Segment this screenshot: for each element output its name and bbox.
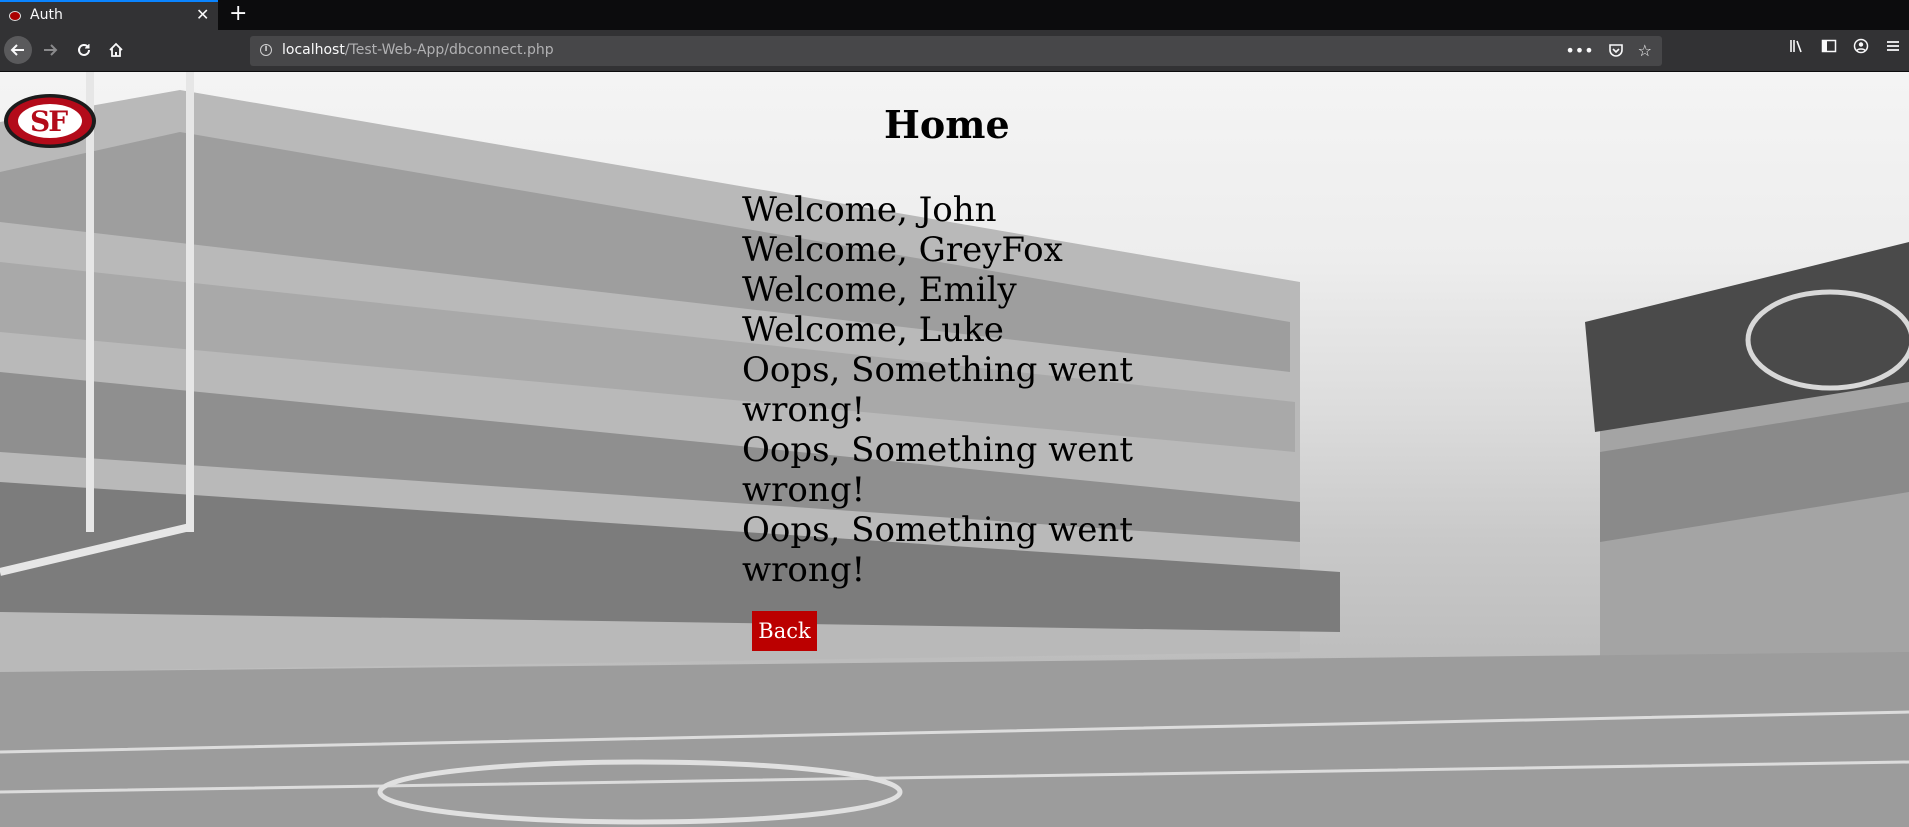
star-icon[interactable]: ☆ bbox=[1638, 42, 1652, 62]
pocket-icon[interactable] bbox=[1608, 42, 1624, 62]
message-item: Welcome, John bbox=[742, 190, 997, 230]
page-title: Home bbox=[884, 102, 1010, 147]
close-icon[interactable]: ✕ bbox=[196, 6, 209, 24]
message-list: Welcome, John Welcome, GreyFox Welcome, … bbox=[742, 190, 1162, 590]
forward-arrow-icon[interactable] bbox=[38, 38, 62, 62]
message-item: Oops, Something went wrong! bbox=[742, 510, 1133, 590]
message-item: Welcome, Luke bbox=[742, 310, 1004, 350]
info-icon[interactable]: i bbox=[260, 44, 272, 56]
menu-icon[interactable] bbox=[1885, 38, 1901, 58]
sf-logo-text: SF bbox=[30, 105, 68, 138]
account-icon[interactable] bbox=[1853, 38, 1869, 58]
tab-title: Auth bbox=[30, 7, 63, 23]
home-icon[interactable] bbox=[104, 38, 128, 62]
message-item: Oops, Something went wrong! bbox=[742, 430, 1133, 510]
navigation-toolbar: i localhost/Test-Web-App/dbconnect.php •… bbox=[0, 30, 1909, 72]
url-host: localhost bbox=[282, 42, 345, 58]
url-actions: ••• ☆ bbox=[1565, 42, 1652, 62]
page-viewport: SF Home Welcome, John Welcome, GreyFox W… bbox=[0, 72, 1909, 827]
plus-icon[interactable]: + bbox=[229, 2, 247, 26]
address-bar[interactable]: i localhost/Test-Web-App/dbconnect.php •… bbox=[250, 36, 1662, 66]
toolbar-right bbox=[1789, 38, 1909, 58]
more-icon[interactable]: ••• bbox=[1565, 42, 1593, 62]
message-item: Oops, Something went wrong! bbox=[742, 350, 1133, 430]
url-text[interactable]: localhost/Test-Web-App/dbconnect.php bbox=[282, 42, 554, 58]
sidebar-icon[interactable] bbox=[1821, 38, 1837, 58]
message-item: Welcome, Emily bbox=[742, 270, 1017, 310]
back-arrow-icon[interactable] bbox=[4, 36, 32, 64]
tab-auth[interactable]: Auth ✕ bbox=[0, 0, 218, 30]
back-button[interactable]: Back bbox=[752, 611, 817, 651]
favicon bbox=[9, 11, 21, 21]
reload-icon[interactable] bbox=[72, 38, 96, 62]
library-icon[interactable] bbox=[1789, 38, 1805, 58]
message-item: Welcome, GreyFox bbox=[742, 230, 1063, 270]
url-path: /Test-Web-App/dbconnect.php bbox=[344, 42, 554, 58]
tab-strip: Auth ✕ + bbox=[0, 0, 1909, 30]
